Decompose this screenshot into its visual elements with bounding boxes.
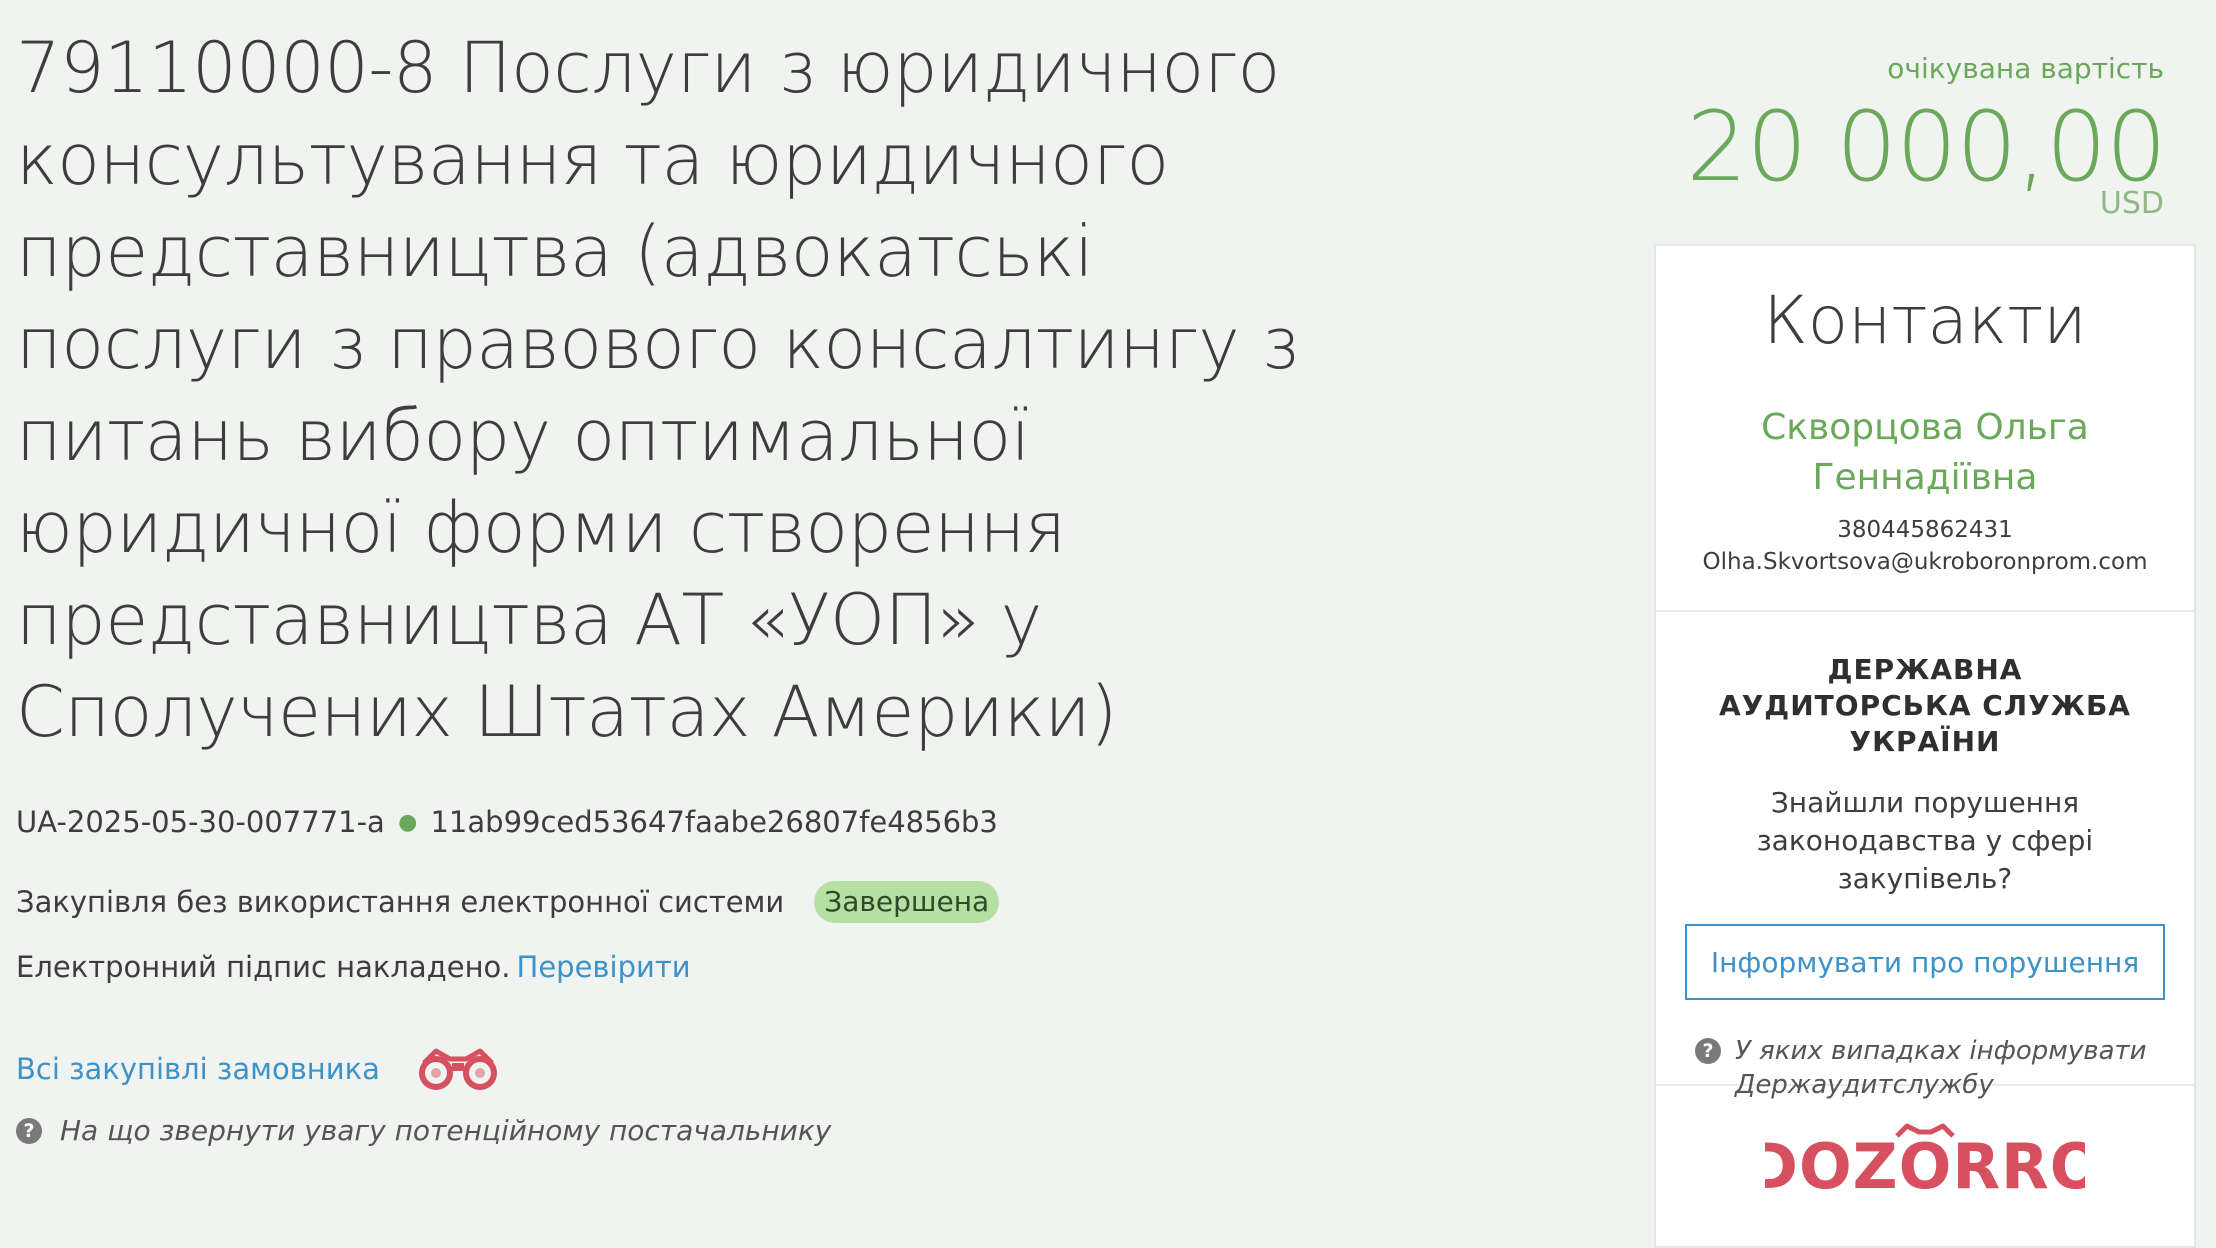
audit-hint-text[interactable]: У яких випадках інформувати Держаудитслу… <box>1735 1034 2155 1102</box>
contact-name: Скворцова Ольга Геннадіївна <box>1761 407 2089 498</box>
contacts-heading: Контакти <box>1763 282 2087 359</box>
svg-text:DOZORRO: DOZORRO <box>1765 1130 2085 1202</box>
all-purchases-row: Всі закупівлі замовника <box>16 1045 500 1093</box>
expected-value-currency: USD <box>2099 186 2164 221</box>
check-signature-link[interactable]: Перевірити <box>517 950 691 984</box>
binoculars-icon[interactable] <box>416 1045 500 1093</box>
signature-text: Електронний підпис накладено. <box>16 950 511 984</box>
report-violation-button[interactable]: Інформувати про порушення <box>1685 924 2165 1000</box>
separator-dot-icon: ● <box>398 810 418 835</box>
audit-section: ДЕРЖАВНА АУДИТОРСЬКА СЛУЖБА УКРАЇНИ Знай… <box>1656 612 2194 1100</box>
question-circle-icon: ? <box>16 1117 42 1144</box>
all-purchases-link[interactable]: Всі закупівлі замовника <box>16 1052 380 1086</box>
supplier-hint[interactable]: ? На що звернути увагу потенційному пост… <box>16 1114 831 1147</box>
tender-identifiers: UA-2025-05-30-007771-a ● 11ab99ced53647f… <box>16 805 998 839</box>
question-circle-icon: ? <box>1695 1038 1721 1064</box>
contact-phone: 380445862431 <box>1837 517 2013 543</box>
audit-hint[interactable]: ? У яких випадках інформувати Держаудитс… <box>1656 1034 2194 1102</box>
procurement-type: Закупівля без використання електронної с… <box>16 885 785 919</box>
dozorro-logo[interactable]: DOZORRO <box>1765 1122 2085 1202</box>
procurement-type-row: Закупівля без використання електронної с… <box>16 881 1000 923</box>
supplier-hint-text[interactable]: На що звернути увагу потенційному постач… <box>60 1114 831 1147</box>
status-badge: Завершена <box>814 881 1000 923</box>
tender-hash: 11ab99ced53647faabe26807fe4856b3 <box>430 805 998 839</box>
contact-email: Olha.Skvortsova@ukroboronprom.com <box>1702 549 2148 575</box>
dozorro-section: DOZORRO <box>1656 1086 2194 1202</box>
tender-title: 79110000-8 Послуги з юридичного консульт… <box>16 27 1299 753</box>
sidebar-panel: Контакти Скворцова Ольга Геннадіївна 380… <box>1654 244 2196 1248</box>
expected-value-amount: 20 000,00 <box>1686 91 2167 203</box>
tender-header: 79110000-8 Послуги з юридичного консульт… <box>16 22 1316 758</box>
tender-id: UA-2025-05-30-007771-a <box>16 805 385 839</box>
contacts-section: Контакти Скворцова Ольга Геннадіївна 380… <box>1656 246 2194 612</box>
expected-value-label: очікувана вартість <box>1887 52 2164 85</box>
audit-question: Знайшли порушення законодавства у сфері … <box>1756 786 2094 895</box>
audit-service-title: ДЕРЖАВНА АУДИТОРСЬКА СЛУЖБА УКРАЇНИ <box>1719 653 2131 758</box>
signature-row: Електронний підпис накладено. Перевірити <box>16 950 691 984</box>
